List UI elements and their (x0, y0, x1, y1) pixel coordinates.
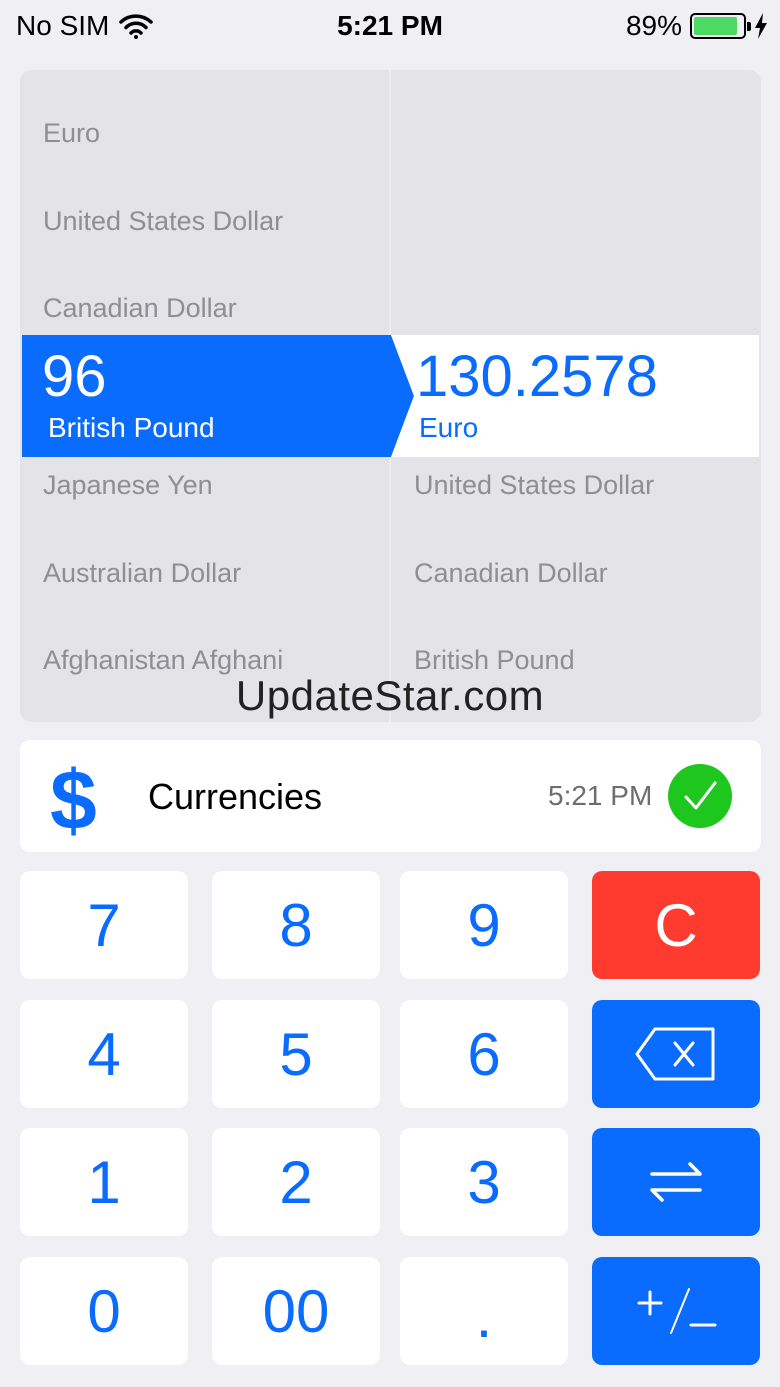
swap-icon (650, 1162, 702, 1202)
swap-button[interactable] (592, 1128, 760, 1236)
selected-row: 96 British Pound 130.2578 Euro (22, 335, 759, 457)
key-2[interactable]: 2 (212, 1128, 380, 1236)
key-00[interactable]: 00 (212, 1257, 380, 1365)
charging-bolt-icon (755, 13, 767, 39)
key-4[interactable]: 4 (20, 1000, 188, 1108)
picker-left-item[interactable]: Euro (43, 118, 100, 149)
key-0[interactable]: 0 (20, 1257, 188, 1365)
watermark: UpdateStar.com (235, 672, 545, 719)
key-3[interactable]: 3 (400, 1128, 568, 1236)
battery-percent: 89% (625, 10, 682, 41)
backspace-icon (635, 1027, 715, 1081)
picker-left-item[interactable]: Canadian Dollar (43, 293, 237, 324)
selected-source[interactable]: 96 British Pound (22, 335, 414, 457)
plus-minus-icon (637, 1288, 717, 1334)
source-currency: British Pound (48, 412, 215, 443)
status-right: 89% (626, 10, 768, 42)
picker-left-item[interactable]: Japanese Yen (43, 470, 213, 501)
key-1[interactable]: 1 (20, 1128, 188, 1236)
source-amount: 96 (42, 344, 107, 409)
picker-left-item[interactable]: Australian Dollar (43, 558, 241, 589)
picker-left-item[interactable]: United States Dollar (43, 206, 283, 237)
battery-fill (694, 17, 737, 35)
picker-right-item[interactable]: United States Dollar (414, 470, 654, 501)
dollar-icon: $ (50, 753, 97, 847)
clear-button[interactable]: C (592, 871, 760, 979)
currency-picker[interactable]: Euro United States Dollar Canadian Dolla… (20, 70, 761, 722)
info-bar[interactable]: $ Currencies 5:21 PM (20, 740, 761, 852)
key-decimal[interactable]: . (400, 1257, 568, 1365)
picker-right-item[interactable]: Canadian Dollar (414, 558, 608, 589)
key-6[interactable]: 6 (400, 1000, 568, 1108)
key-5[interactable]: 5 (212, 1000, 380, 1108)
key-7[interactable]: 7 (20, 871, 188, 979)
battery-tip (747, 22, 751, 31)
info-title: Currencies (148, 776, 323, 817)
key-8[interactable]: 8 (212, 871, 380, 979)
sign-toggle-button[interactable] (592, 1257, 760, 1365)
target-currency: Euro (419, 412, 479, 443)
check-icon (668, 764, 732, 828)
backspace-button[interactable] (592, 1000, 760, 1108)
update-time: 5:21 PM (548, 780, 653, 811)
key-9[interactable]: 9 (400, 871, 568, 979)
selected-target[interactable]: 130.2578 Euro (391, 335, 759, 457)
status-bar: No SIM 5:21 PM 89% (0, 0, 780, 54)
battery-icon (690, 13, 751, 39)
target-amount: 130.2578 (416, 344, 658, 409)
